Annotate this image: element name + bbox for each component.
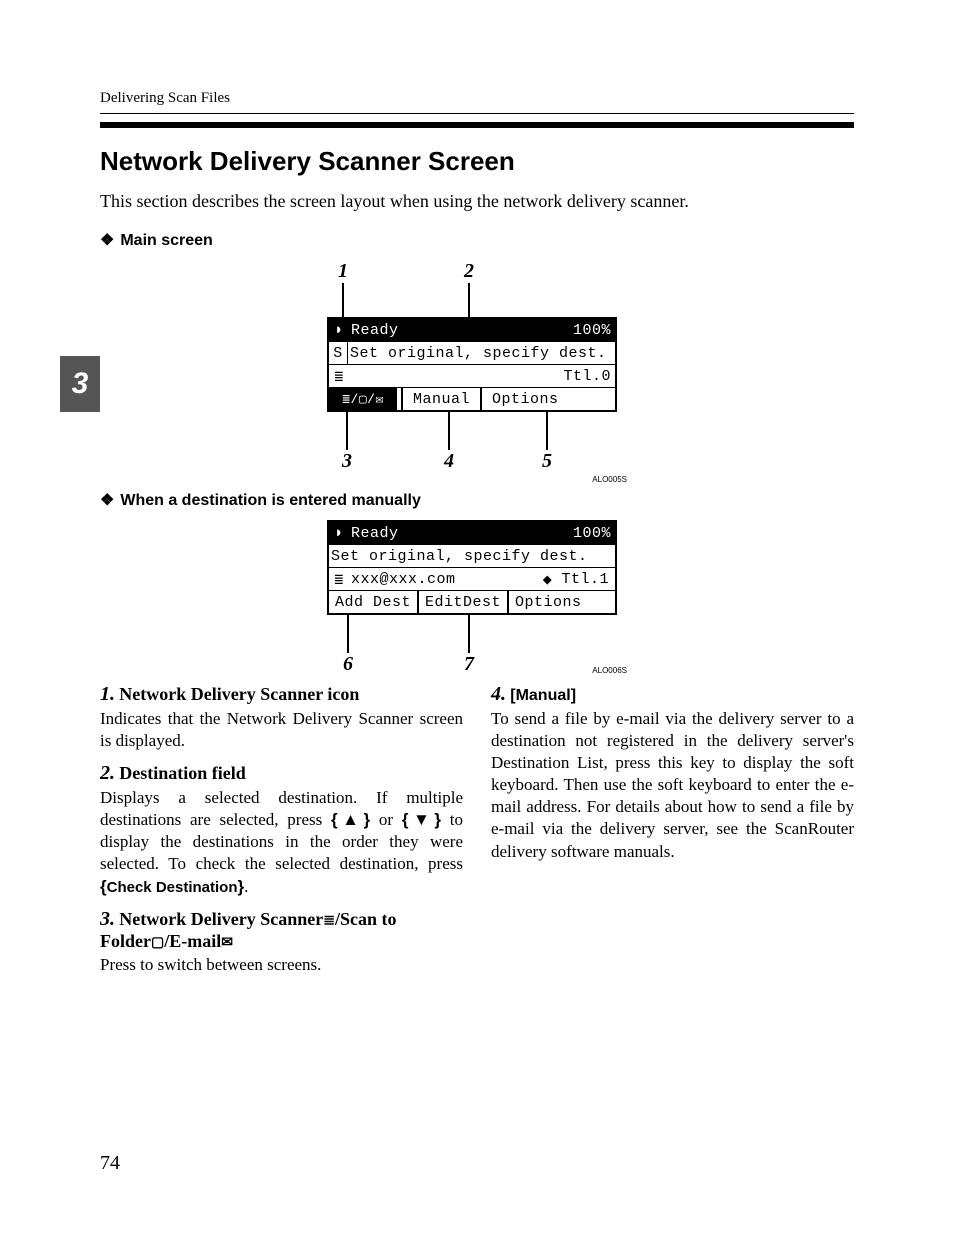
item-number: 1. <box>100 683 115 705</box>
callout-6: 6 <box>327 653 369 676</box>
lcd-manual-dest: ◗ Ready 100% Set original, specify dest.… <box>327 520 617 615</box>
up-arrow-icon: ▲ <box>338 810 364 829</box>
figure-2: ◗ Ready 100% Set original, specify dest.… <box>100 520 854 675</box>
folder-icon: ▢ <box>151 935 164 950</box>
lcd-msg: Set original, specify dest. <box>348 342 615 364</box>
key-open: { <box>402 810 409 829</box>
subhead-main-screen: ❖ Main screen <box>100 230 854 250</box>
subhead-label: Main screen <box>120 232 212 249</box>
description-columns: 1. Network Delivery Scanner icon Indicat… <box>100 683 854 986</box>
list-icon: ≣ <box>323 913 335 928</box>
updown-icon: ◆ <box>539 568 555 590</box>
text-run: Network Delivery Scanner <box>119 909 323 929</box>
figure-1: 1 2 ◗ Ready 100% S Set original, specify… <box>100 260 854 484</box>
subhead-manual-dest: ❖ When a destination is entered manually <box>100 490 854 510</box>
down-arrow-icon: ▼ <box>409 810 435 829</box>
item-body: To send a file by e-mail via the deliver… <box>491 708 854 863</box>
rule <box>100 122 854 128</box>
subhead-label: When a destination is entered manually <box>120 492 421 509</box>
callout-5: 5 <box>537 450 557 473</box>
list-icon: ≣ <box>329 365 349 387</box>
item-title-text: Network Delivery Scanner icon <box>119 684 359 704</box>
section-title: Network Delivery Scanner Screen <box>100 146 854 177</box>
scanner-icon: ◗ <box>329 522 349 544</box>
key-open: { <box>100 877 107 896</box>
item-body: Displays a selected destination. If mult… <box>100 787 463 897</box>
item-number: 2. <box>100 762 115 784</box>
callout-3: 3 <box>327 450 367 473</box>
item-title-text: Network Delivery Scanner≣/Scan to Folder… <box>100 909 396 951</box>
left-column: 1. Network Delivery Scanner icon Indicat… <box>100 683 463 986</box>
lcd-add-dest: Add Dest <box>329 591 417 613</box>
lcd-ready: Ready <box>349 319 431 341</box>
right-column: 4. [Manual] To send a file by e-mail via… <box>491 683 854 986</box>
item-number: 3. <box>100 908 115 930</box>
item-title-text: [Manual] <box>510 687 576 704</box>
lcd-dest: xxx@xxx.com <box>349 568 539 590</box>
item-body: Press to switch between screens. <box>100 954 463 976</box>
diamond-icon: ❖ <box>100 232 114 249</box>
lcd-s-cell: S <box>329 342 348 364</box>
item-1: 1. Network Delivery Scanner icon Indicat… <box>100 683 463 752</box>
lcd-total: Ttl.0 <box>559 365 615 387</box>
callout-1: 1 <box>327 260 359 283</box>
lcd-msg: Set original, specify dest. <box>329 545 615 567</box>
item-3: 3. Network Delivery Scanner≣/Scan to Fol… <box>100 908 463 976</box>
item-4: 4. [Manual] To send a file by e-mail via… <box>491 683 854 863</box>
lcd-total: Ttl.1 <box>555 568 615 590</box>
item-number: 4. <box>491 683 506 705</box>
mode-icons: ≣/▢/✉ <box>329 388 397 410</box>
lcd-edit-dest: EditDest <box>417 591 507 613</box>
chapter-tab: 3 <box>60 356 100 412</box>
intro-paragraph: This section describes the screen layout… <box>100 191 854 212</box>
lcd-manual: Manual <box>401 388 480 410</box>
page-number: 74 <box>100 1152 120 1175</box>
lcd-options: Options <box>480 388 615 410</box>
callout-2: 2 <box>459 260 479 283</box>
callout-7: 7 <box>459 653 479 676</box>
key-open: { <box>331 810 338 829</box>
lcd-pct: 100% <box>569 522 615 544</box>
text-run: or <box>370 810 402 829</box>
lcd-pct: 100% <box>569 319 615 341</box>
lcd-ready: Ready <box>349 522 431 544</box>
email-icon: ✉ <box>221 935 233 950</box>
text-run: . <box>244 877 248 896</box>
item-2: 2. Destination field Displays a selected… <box>100 762 463 897</box>
callout-4: 4 <box>439 450 459 473</box>
item-body: Indicates that the Network Delivery Scan… <box>100 708 463 752</box>
lcd-options: Options <box>507 591 615 613</box>
list-icon: ≣ <box>329 568 349 590</box>
lcd-main: ◗ Ready 100% S Set original, specify des… <box>327 317 617 412</box>
running-head: Delivering Scan Files <box>100 90 854 114</box>
scanner-icon: ◗ <box>329 319 349 341</box>
figure-note-1: ALO005S <box>327 475 627 484</box>
key-check-destination: Check Destination <box>107 879 238 896</box>
item-title-text: Destination field <box>119 763 246 783</box>
text-run: /E-mail <box>164 931 221 951</box>
diamond-icon: ❖ <box>100 492 114 509</box>
